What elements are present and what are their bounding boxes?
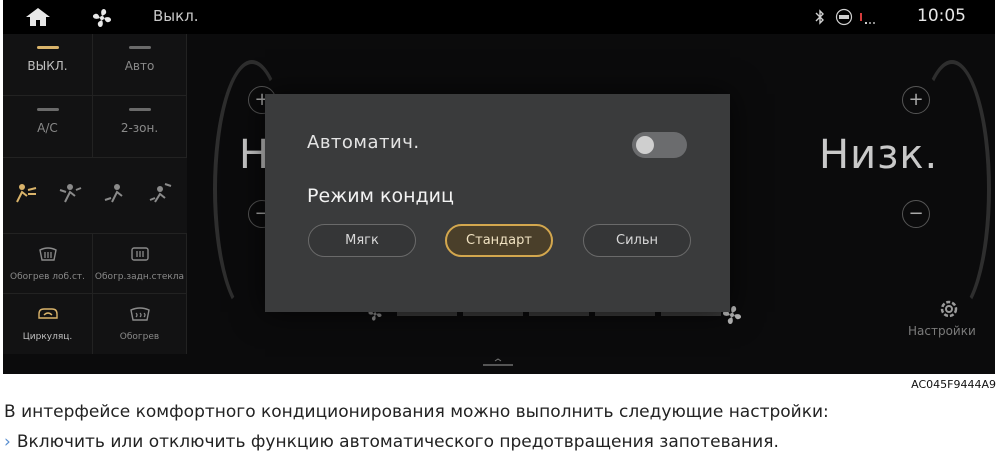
recirculation-button[interactable]: Циркуляц. (3, 294, 93, 354)
vent-windshield-feet-icon[interactable] (148, 182, 172, 204)
ac-button[interactable]: A/C (3, 96, 93, 158)
rear-defrost-icon (130, 247, 149, 261)
status-bar: Выкл. 10:05 (3, 0, 995, 34)
intro-text: В интерфейсе комфортного кондиционирован… (4, 402, 829, 422)
heater-icon (129, 307, 150, 321)
recirculation-icon (37, 308, 58, 319)
hvac-screen: Выкл. 10:05 ВЫКЛ. Авто A/C 2-зон. Обогре… (3, 0, 995, 374)
signal-icon (860, 13, 875, 24)
right-temp-value: Низк. (819, 132, 939, 178)
rear-defrost-label: Обогр.задн.стекла (94, 272, 185, 282)
vent-mode-row (3, 158, 187, 234)
ac-label: A/C (37, 121, 58, 135)
bullet-marker: › (4, 432, 11, 452)
heater-label: Обогрев (119, 332, 160, 342)
auto-label: Авто (124, 59, 155, 73)
auto-indicator (128, 46, 151, 49)
right-temp-plus-button[interactable]: + (902, 86, 930, 114)
dual-zone-indicator (128, 108, 151, 111)
climate-left-panel: ВЫКЛ. Авто A/C 2-зон. Обогрев лоб.ст. Об… (3, 34, 187, 354)
vent-feet-icon[interactable] (103, 182, 127, 204)
front-defrost-button[interactable]: Обогрев лоб.ст. (3, 234, 93, 294)
mode-soft-button[interactable]: Мягк (308, 224, 416, 257)
settings-label[interactable]: Настройки (908, 324, 976, 338)
front-defrost-icon (38, 247, 57, 261)
mode-standard-button[interactable]: Стандарт (445, 224, 553, 257)
right-temp-minus-button[interactable]: − (902, 200, 930, 228)
toggle-knob (636, 136, 654, 154)
ac-settings-dialog: Автоматич. Режим кондиц Мягк Стандарт Си… (265, 94, 730, 312)
heater-button[interactable]: Обогрев (93, 294, 187, 354)
dual-zone-button[interactable]: 2-зон. (93, 96, 187, 158)
auto-defog-label: Автоматич. (307, 132, 420, 153)
image-code: AC045F9444A9 (911, 378, 996, 391)
ac-indicator (36, 108, 59, 111)
mode-strong-button[interactable]: Сильн (583, 224, 691, 257)
off-button[interactable]: ВЫКЛ. (3, 34, 93, 96)
dual-zone-label: 2-зон. (120, 121, 159, 135)
auto-defog-toggle[interactable] (632, 132, 687, 158)
bullet-item: › Включить или отключить функцию автомати… (4, 432, 779, 452)
gear-icon[interactable] (937, 297, 961, 321)
clock: 10:05 (917, 6, 966, 26)
recirculation-label: Циркуляц. (22, 332, 73, 342)
drawer-handle-icon[interactable] (483, 358, 513, 368)
home-icon[interactable] (25, 7, 51, 27)
off-label: ВЫКЛ. (27, 59, 68, 73)
bluetooth-icon (815, 9, 824, 25)
off-indicator (36, 46, 59, 49)
ac-mode-label: Режим кондиц (307, 185, 454, 207)
bullet-text: Включить или отключить функцию автоматич… (16, 432, 779, 452)
status-title: Выкл. (153, 7, 199, 25)
vent-face-feet-icon[interactable] (58, 182, 82, 204)
sos-icon (835, 8, 853, 26)
fan-icon[interactable] (91, 7, 113, 29)
rear-defrost-button[interactable]: Обогр.задн.стекла (93, 234, 187, 294)
front-defrost-label: Обогрев лоб.ст. (9, 272, 85, 282)
vent-face-icon[interactable] (13, 182, 37, 204)
auto-button[interactable]: Авто (93, 34, 187, 96)
fan-speed-bar[interactable] (397, 312, 721, 316)
